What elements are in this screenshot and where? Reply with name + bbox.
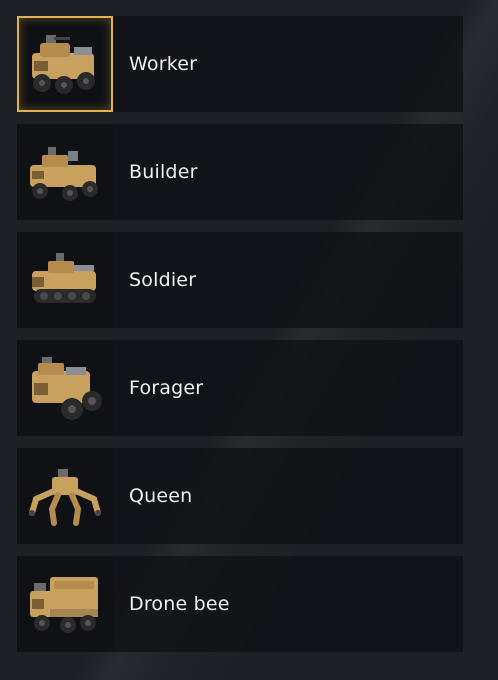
- unit-thumbnail: [17, 124, 113, 220]
- unit-card-builder[interactable]: Builder: [17, 124, 463, 220]
- unit-thumbnail: [17, 448, 113, 544]
- unit-name: Drone bee: [129, 593, 230, 615]
- unit-card-worker[interactable]: Worker: [17, 16, 463, 112]
- unit-name: Soldier: [129, 269, 197, 291]
- unit-card-soldier[interactable]: Soldier: [17, 232, 463, 328]
- unit-name: Worker: [129, 53, 198, 75]
- unit-card-queen[interactable]: Queen: [17, 448, 463, 544]
- unit-card-drone-bee[interactable]: Drone bee: [17, 556, 463, 652]
- spider-walker-icon: [29, 469, 101, 526]
- unit-thumbnail: [17, 16, 113, 112]
- unit-list: Worker Builder Soldier Forager Queen Dro…: [17, 16, 463, 664]
- unit-thumbnail: [17, 340, 113, 436]
- armored-truck-icon: [30, 147, 98, 201]
- tracked-vehicle-icon: [32, 253, 96, 303]
- unit-name: Queen: [129, 485, 193, 507]
- unit-name: Builder: [129, 161, 198, 183]
- unit-thumbnail: [17, 556, 113, 652]
- unit-card-forager[interactable]: Forager: [17, 340, 463, 436]
- unit-thumbnail: [17, 232, 113, 328]
- armored-truck-icon: [32, 357, 102, 420]
- cargo-truck-icon: [30, 577, 98, 633]
- armored-truck-icon: [32, 35, 95, 94]
- unit-name: Forager: [129, 377, 204, 399]
